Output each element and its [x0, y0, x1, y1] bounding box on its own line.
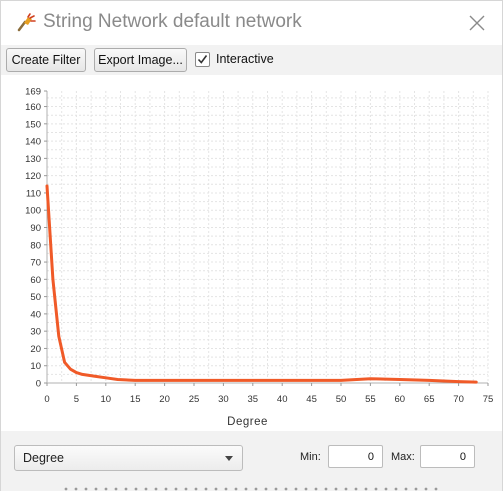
x-tick-label: 30 — [218, 394, 229, 405]
x-tick-label: 35 — [248, 394, 259, 405]
x-tick-label: 75 — [483, 394, 494, 405]
attribute-select[interactable]: Degree — [14, 445, 243, 471]
y-tick-label: 30 — [30, 327, 41, 338]
interactive-checkbox[interactable] — [195, 52, 210, 67]
x-tick-label: 70 — [453, 394, 464, 405]
y-tick-label: 70 — [30, 258, 41, 269]
min-input[interactable] — [328, 445, 383, 468]
max-label: Max: — [391, 451, 415, 463]
x-tick-label: 15 — [130, 394, 141, 405]
y-tick-label: 169 — [25, 87, 41, 98]
chevron-down-icon — [225, 456, 233, 461]
filter-controls: Degree Min: Max: — [1, 431, 502, 491]
y-tick-label: 150 — [25, 119, 41, 130]
y-tick-label: 10 — [30, 361, 41, 372]
x-tick-label: 60 — [395, 394, 406, 405]
export-image-button[interactable]: Export Image... — [94, 48, 187, 72]
x-tick-label: 55 — [365, 394, 376, 405]
create-filter-button[interactable]: Create Filter — [6, 48, 86, 72]
min-label: Min: — [300, 451, 321, 463]
window-title: String Network default network — [43, 11, 302, 32]
y-tick-label: 40 — [30, 309, 41, 320]
x-tick-label: 20 — [159, 394, 170, 405]
filter-window: String Network default network Create Fi… — [0, 0, 503, 491]
x-axis-label: Degree — [227, 416, 268, 428]
y-tick-label: 120 — [25, 171, 41, 182]
y-tick-label: 0 — [36, 379, 41, 390]
y-tick-label: 60 — [30, 275, 41, 286]
max-input[interactable] — [420, 445, 475, 468]
degree-series-line — [45, 184, 478, 384]
y-tick-label: 90 — [30, 223, 41, 234]
x-tick-label: 10 — [101, 394, 112, 405]
close-icon[interactable] — [463, 9, 491, 37]
y-tick-label: 20 — [30, 344, 41, 355]
title-bar: String Network default network — [1, 1, 502, 45]
toolbar: Create Filter Export Image... Interactiv… — [1, 45, 502, 75]
x-tick-label: 25 — [189, 394, 200, 405]
x-tick-label: 65 — [424, 394, 435, 405]
chart-svg[interactable]: 0102030405060708090100110120130140150160… — [1, 75, 502, 431]
y-tick-label: 80 — [30, 240, 41, 251]
y-tick-label: 50 — [30, 292, 41, 303]
interactive-label: Interactive — [216, 52, 274, 66]
attribute-select-value: Degree — [23, 451, 64, 465]
x-tick-label: 0 — [44, 394, 49, 405]
x-tick-label: 40 — [277, 394, 288, 405]
y-tick-label: 160 — [25, 102, 41, 113]
app-icon — [15, 12, 37, 34]
x-tick-label: 50 — [336, 394, 347, 405]
y-tick-label: 140 — [25, 137, 41, 148]
resize-grip[interactable] — [61, 487, 441, 491]
x-tick-label: 45 — [306, 394, 317, 405]
y-tick-label: 100 — [25, 206, 41, 217]
y-tick-label: 110 — [26, 188, 41, 199]
y-tick-label: 130 — [25, 154, 41, 165]
x-tick-label: 5 — [74, 394, 79, 405]
checkmark-icon — [197, 55, 208, 64]
degree-distribution-chart[interactable]: 0 10 20 30 40 50 60 70 80 90 100 110 120 130 140 150 160… — [1, 75, 502, 431]
